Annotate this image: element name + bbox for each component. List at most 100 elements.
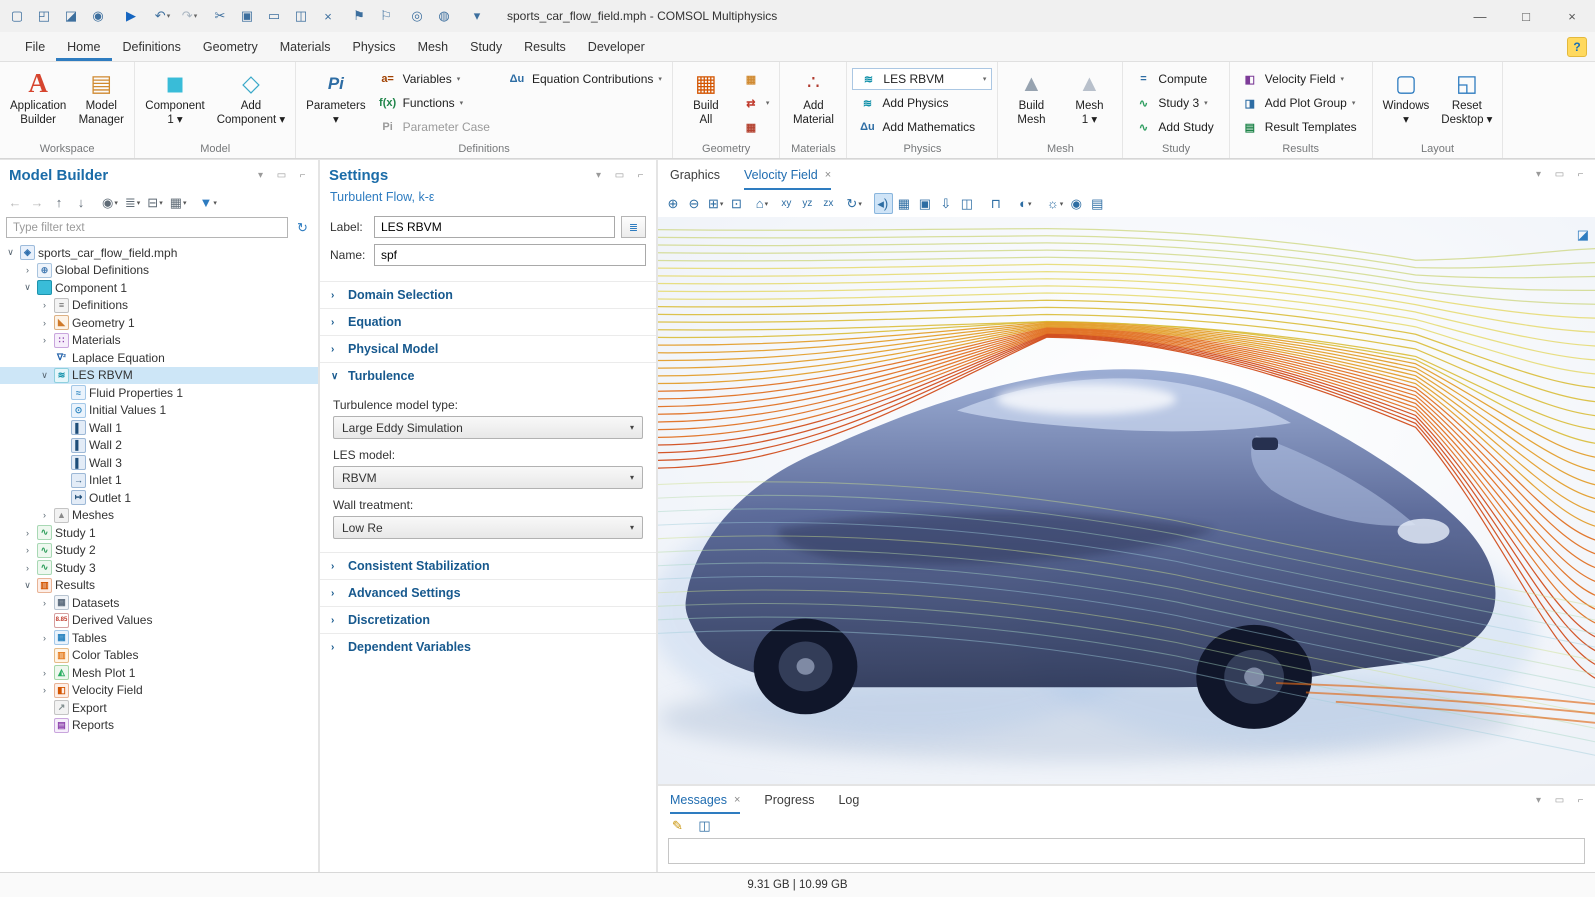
application-builder-button[interactable]: A Application Builder (5, 65, 71, 131)
label-options-button[interactable]: ≣ (621, 216, 646, 238)
tab-messages[interactable]: Messages × (670, 786, 740, 814)
tree-expander-icon[interactable]: › (38, 685, 51, 695)
default-view-button[interactable]: ⌂ ▾ (752, 193, 771, 214)
tree-item-reports[interactable]: ▤ Reports (0, 717, 318, 735)
add-plot-group-button[interactable]: ◨ Add Plot Group ▾ (1235, 92, 1367, 114)
geometry-measure-button[interactable]: ▦ (736, 116, 775, 138)
tree-item-results[interactable]: ∨ ▥ Results (0, 577, 318, 595)
go-forward-button[interactable]: → (28, 192, 47, 213)
tree-item-export[interactable]: ↗ Export (0, 699, 318, 717)
float-panel-button[interactable]: ▭ (613, 170, 626, 181)
dock-panel-button[interactable]: ⌐ (634, 170, 647, 181)
zoom-out-button[interactable]: ⊖ (685, 193, 704, 214)
tree-item-color-tables[interactable]: ▥ Color Tables (0, 647, 318, 665)
menu-definitions[interactable]: Definitions (112, 32, 192, 61)
build-mesh-button[interactable]: ▲ Build Mesh (1003, 65, 1059, 131)
table-button[interactable]: ▦ (895, 193, 914, 214)
tree-expander-icon[interactable]: ∨ (21, 580, 34, 591)
tree-item-study-3[interactable]: › ∿ Study 3 (0, 559, 318, 577)
reset-desktop-button[interactable]: ◱ Reset Desktop ▾ (1436, 65, 1497, 131)
add-study-button[interactable]: ∿ Add Study (1128, 116, 1223, 138)
dropdown-select[interactable]: Low Re ▾ (333, 516, 643, 539)
close-button[interactable]: × (1549, 0, 1595, 32)
messages-output[interactable] (668, 838, 1585, 864)
functions-button[interactable]: f(x) Functions ▾ (373, 92, 500, 114)
section-equation[interactable]: › Equation (320, 308, 656, 335)
duplicate-button[interactable]: ◫ (288, 3, 315, 29)
split-view-button[interactable]: ◫ (958, 193, 977, 214)
paste-button[interactable]: ▭ (261, 3, 288, 29)
zoom-in-button[interactable]: ⊕ (664, 193, 683, 214)
copy-button[interactable]: ▣ (234, 3, 261, 29)
tag-button[interactable]: ⚐ (373, 3, 400, 29)
menu-mesh[interactable]: Mesh (407, 32, 460, 61)
tree-item-tables[interactable]: › ▦ Tables (0, 629, 318, 647)
label-button[interactable]: ⚑ (346, 3, 373, 29)
section-turbulence[interactable]: ∨ Turbulence (320, 362, 656, 389)
tab-velocity-field[interactable]: Velocity Field × (744, 160, 831, 190)
tree-item-les-rbvm[interactable]: ∨ ≋ LES RBVM (0, 367, 318, 385)
variables-button[interactable]: a= Variables ▾ (373, 68, 500, 90)
tree-item-derived-values[interactable]: 8.85 Derived Values (0, 612, 318, 630)
dock-panel-button[interactable]: ⌐ (296, 170, 309, 181)
tree-expander-icon[interactable]: › (21, 528, 34, 538)
open-button[interactable]: ◰ (31, 3, 58, 29)
tree-expander-icon[interactable]: ∨ (21, 282, 34, 293)
label-input[interactable] (374, 216, 615, 238)
tree-item-wall-3[interactable]: ▌ Wall 3 (0, 454, 318, 472)
add-physics-button[interactable]: ≋ Add Physics (852, 92, 992, 114)
update-view-button[interactable]: ↻ ▾ (844, 193, 863, 214)
color-legend-icon[interactable]: ◪ (1577, 227, 1589, 243)
add-material-button[interactable]: ∴ Add Material (785, 65, 841, 131)
tree-item-materials[interactable]: › ∷ Materials (0, 332, 318, 350)
tree-item-inlet-1[interactable]: → Inlet 1 (0, 472, 318, 490)
tree-item-root[interactable]: ∨ ◈ sports_car_flow_field.mph (0, 244, 318, 262)
print-button[interactable]: ▤ (1088, 193, 1107, 214)
save-button[interactable]: ◪ (58, 3, 85, 29)
section-advanced-settings[interactable]: › Advanced Settings (320, 579, 656, 606)
tree-filter-input[interactable] (6, 217, 288, 238)
image-button[interactable]: ▣ (916, 193, 935, 214)
tree-expander-icon[interactable]: ∨ (4, 247, 17, 258)
undo-button[interactable]: ↶ ▾ (149, 3, 176, 29)
plot-group-select[interactable]: ◧ Velocity Field ▾ (1235, 68, 1367, 90)
section-physical-model[interactable]: › Physical Model (320, 335, 656, 362)
section-consistent-stabilization[interactable]: › Consistent Stabilization (320, 552, 656, 579)
snapshot-button[interactable]: ◉ (1067, 193, 1086, 214)
tree-item-global-definitions[interactable]: › ⊕ Global Definitions (0, 262, 318, 280)
tree-item-initial-values-1[interactable]: ⊙ Initial Values 1 (0, 402, 318, 420)
go-back-button[interactable]: ← (6, 192, 25, 213)
result-templates-button[interactable]: ▤ Result Templates (1235, 116, 1367, 138)
collapse-tree-button[interactable]: ⊟ ▾ (145, 192, 164, 213)
tree-expander-icon[interactable]: › (38, 668, 51, 678)
tree-item-meshes[interactable]: › ▲ Meshes (0, 507, 318, 525)
help-button[interactable]: ? (1567, 37, 1587, 57)
tab-log[interactable]: Log (838, 786, 859, 814)
minimize-button[interactable]: — (1457, 0, 1503, 32)
tree-item-definitions[interactable]: › ≡ Definitions (0, 297, 318, 315)
menu-file[interactable]: File (14, 32, 56, 61)
redo-button[interactable]: ↷ ▾ (176, 3, 203, 29)
tree-item-datasets[interactable]: › ▦ Datasets (0, 594, 318, 612)
tree-refresh-button[interactable]: ↻ (293, 217, 312, 238)
tree-expander-icon[interactable]: › (21, 265, 34, 275)
tree-expander-icon[interactable]: ∨ (38, 370, 51, 381)
tree-item-geometry-1[interactable]: › ◣ Geometry 1 (0, 314, 318, 332)
name-input[interactable] (374, 244, 646, 266)
panel-menu-button[interactable]: ▾ (1532, 795, 1545, 806)
tree-item-study-1[interactable]: › ∿ Study 1 (0, 524, 318, 542)
dropdown-select[interactable]: RBVM ▾ (333, 466, 643, 489)
export-image-button[interactable]: ⇩ (937, 193, 956, 214)
tree-columns-button[interactable]: ▦ ▾ (168, 192, 189, 213)
section-domain-selection[interactable]: › Domain Selection (320, 281, 656, 308)
tree-order-button[interactable]: ≣ ▾ (123, 192, 142, 213)
menu-physics[interactable]: Physics (341, 32, 406, 61)
tree-item-wall-1[interactable]: ▌ Wall 1 (0, 419, 318, 437)
menu-developer[interactable]: Developer (577, 32, 656, 61)
tree-expander-icon[interactable]: › (21, 563, 34, 573)
menu-results[interactable]: Results (513, 32, 577, 61)
zoom-extents-button[interactable]: ⊡ (727, 193, 746, 214)
add-component-button[interactable]: ◇ Add Component ▾ (212, 65, 290, 131)
parameters-button[interactable]: Pi Parameters ▾ (301, 65, 370, 131)
zoom-doc-button[interactable]: ◍ (431, 3, 458, 29)
